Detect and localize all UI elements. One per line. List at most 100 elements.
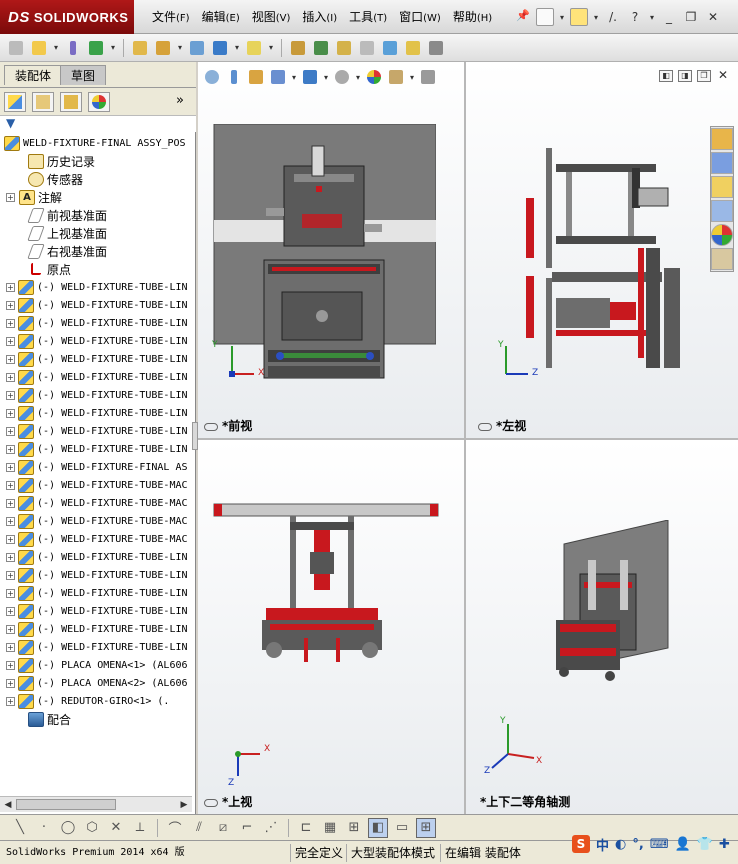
tree-component-row[interactable]: + (-) PLACA OMENA<1> (AL606	[0, 656, 192, 674]
pin-tool-icon[interactable]	[63, 38, 83, 58]
appearances-icon[interactable]	[711, 224, 733, 246]
ime-chinese-mode[interactable]: 中	[596, 835, 609, 854]
display-manager-icon[interactable]	[88, 92, 110, 112]
link-icon[interactable]	[204, 422, 218, 431]
linear-pattern-icon[interactable]	[130, 38, 150, 58]
chevron-down-icon[interactable]: ▾	[354, 73, 362, 82]
expand-icon[interactable]: +	[6, 462, 15, 472]
file-explorer-icon[interactable]	[711, 176, 733, 198]
property-manager-icon[interactable]	[32, 92, 54, 112]
tree-item-history[interactable]: 历史记录	[0, 152, 192, 170]
expand-icon[interactable]: +	[6, 570, 15, 580]
tree-component-row[interactable]: + (-) WELD-FIXTURE-TUBE-MAC	[0, 476, 192, 494]
expand-icon[interactable]: +	[6, 534, 15, 544]
chevron-down-icon[interactable]: ▾	[52, 43, 60, 52]
open-icon[interactable]	[29, 38, 49, 58]
menu-help[interactable]: 帮助(H)	[447, 6, 498, 28]
punctuation-icon[interactable]: °,	[632, 837, 643, 852]
tree-component-row[interactable]: + (-) WELD-FIXTURE-TUBE-LIN	[0, 386, 192, 404]
relations-icon[interactable]: ⊞	[344, 818, 364, 838]
tree-item-sensors[interactable]: 传感器	[0, 170, 192, 188]
user-icon[interactable]: 👤	[675, 837, 691, 852]
chevron-down-icon[interactable]: ▾	[290, 73, 298, 82]
trim-icon[interactable]: ✕	[106, 818, 126, 838]
tree-component-row[interactable]: + (-) WELD-FIXTURE-TUBE-LIN	[0, 422, 192, 440]
tab-assembly[interactable]: 装配体	[4, 65, 63, 85]
expand-icon[interactable]: +	[6, 390, 15, 400]
graphics-area[interactable]: ▾ ▾ ▾ ▾ Y X *前视 ◧ ◨ ❐ ✕ Y Z *左视 X Z *上视 …	[198, 62, 738, 814]
assembly-features-icon[interactable]	[244, 38, 264, 58]
help-icon[interactable]: ?	[626, 9, 644, 25]
expand-icon[interactable]: +	[6, 426, 15, 436]
zoom-to-fit-icon[interactable]	[202, 67, 222, 87]
link-views-icon[interactable]: ◨	[678, 70, 692, 82]
expand-icon[interactable]: +	[6, 588, 15, 598]
four-view-icon[interactable]: ⊞	[416, 817, 436, 838]
tree-component-row[interactable]: + (-) WELD-FIXTURE-TUBE-LIN	[0, 638, 192, 656]
menu-window[interactable]: 窗口(W)	[393, 6, 447, 28]
tree-item-origin[interactable]: 原点	[0, 260, 192, 278]
close-icon[interactable]: ✕	[704, 9, 722, 25]
sketch-fillet-icon[interactable]: ⌒	[165, 818, 185, 838]
expand-icon[interactable]: +	[6, 642, 15, 652]
expand-icon[interactable]: +	[6, 318, 15, 328]
line-icon[interactable]: ╲	[10, 818, 30, 838]
sogou-icon[interactable]: S	[572, 835, 590, 853]
tree-component-row[interactable]: + (-) WELD-FIXTURE-FINAL AS	[0, 458, 192, 476]
top-view-model[interactable]	[212, 500, 444, 670]
instant3d-icon[interactable]	[426, 38, 446, 58]
single-view-icon[interactable]: ▭	[392, 818, 412, 838]
tree-component-row[interactable]: + (-) WELD-FIXTURE-TUBE-LIN	[0, 620, 192, 638]
edit-appearance-icon[interactable]	[364, 67, 384, 87]
restore-icon[interactable]: ❐	[682, 9, 700, 25]
tree-component-row[interactable]: + (-) WELD-FIXTURE-TUBE-LIN	[0, 332, 192, 350]
expand-icon[interactable]: +	[6, 408, 15, 418]
restore-icon[interactable]: ❐	[697, 70, 711, 82]
expand-icon[interactable]: +	[6, 606, 15, 616]
apply-scene-icon[interactable]	[386, 67, 406, 87]
tree-component-row[interactable]: + (-) WELD-FIXTURE-TUBE-LIN	[0, 350, 192, 368]
viewport-front[interactable]: ▾ ▾ ▾ ▾ Y X *前视	[198, 62, 464, 438]
link-icon[interactable]	[204, 798, 218, 807]
section-view-icon[interactable]	[246, 67, 266, 87]
chevron-down-icon[interactable]: ▾	[109, 43, 117, 52]
grid-icon[interactable]: ▦	[320, 818, 340, 838]
tree-item-top-plane[interactable]: 上视基准面	[0, 224, 192, 242]
view-settings-icon[interactable]	[418, 67, 438, 87]
viewport-isometric[interactable]: Y X Z *上下二等角轴测	[466, 440, 738, 814]
viewport-left[interactable]: ◧ ◨ ❐ ✕ Y Z *左视	[466, 62, 738, 438]
show-hidden-icon[interactable]	[210, 38, 230, 58]
tree-component-row[interactable]: + (-) WELD-FIXTURE-TUBE-LIN	[0, 368, 192, 386]
configuration-manager-icon[interactable]	[60, 92, 82, 112]
expand-icon[interactable]: +	[6, 516, 15, 526]
expand-icon[interactable]: +	[6, 660, 15, 670]
display-style-icon[interactable]	[300, 67, 320, 87]
view-palette-icon[interactable]	[711, 200, 733, 222]
left-view-model[interactable]	[526, 138, 702, 388]
view-cube-icon[interactable]: ◧	[368, 817, 388, 838]
circle-icon[interactable]: ◯	[58, 818, 78, 838]
tree-item-front-plane[interactable]: 前视基准面	[0, 206, 192, 224]
new-motion-study-icon[interactable]	[311, 38, 331, 58]
chevron-down-icon[interactable]: ▾	[267, 43, 275, 52]
close-icon[interactable]: ✕	[716, 69, 730, 82]
expand-icon[interactable]: +	[6, 336, 15, 346]
component-icon[interactable]	[6, 38, 26, 58]
tree-component-row[interactable]: + (-) WELD-FIXTURE-TUBE-LIN	[0, 566, 192, 584]
tree-item-annotations[interactable]: + A 注解	[0, 188, 192, 206]
tree-component-row[interactable]: + (-) REDUTOR-GIRO<1> (.	[0, 692, 192, 710]
interference-detection-icon[interactable]	[380, 38, 400, 58]
tree-component-row[interactable]: + (-) WELD-FIXTURE-TUBE-MAC	[0, 494, 192, 512]
tree-component-row[interactable]: + (-) WELD-FIXTURE-TUBE-MAC	[0, 530, 192, 548]
clearance-icon[interactable]	[403, 38, 423, 58]
scroll-thumb[interactable]	[16, 799, 116, 810]
expand-icon[interactable]: +	[6, 192, 15, 202]
exploded-view-icon[interactable]	[357, 38, 377, 58]
clothing-icon[interactable]: 👕	[697, 837, 713, 852]
hide-show-items-icon[interactable]	[332, 67, 352, 87]
open-folder-icon[interactable]	[570, 8, 588, 26]
tree-component-row[interactable]: + (-) WELD-FIXTURE-TUBE-LIN	[0, 602, 192, 620]
chevron-down-icon[interactable]: ▾	[592, 13, 600, 22]
horizontal-scrollbar[interactable]: ◀ ▶	[0, 796, 192, 812]
expand-icon[interactable]: +	[6, 480, 15, 490]
